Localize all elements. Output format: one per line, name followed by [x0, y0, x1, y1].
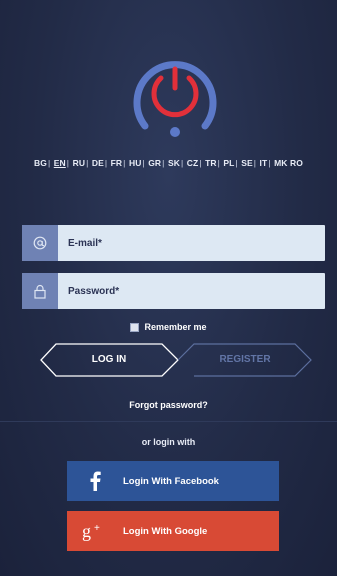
password-input[interactable] — [58, 273, 325, 309]
lang-bg[interactable]: BG — [34, 158, 47, 168]
lang-se[interactable]: SE — [241, 158, 253, 168]
tab-register[interactable]: REGISTER — [178, 343, 312, 377]
facebook-login-button[interactable]: Login With Facebook — [67, 461, 279, 501]
lang-gr[interactable]: GR — [148, 158, 161, 168]
lang-mk[interactable]: MK — [274, 158, 287, 168]
remember-label: Remember me — [144, 322, 207, 332]
divider — [0, 421, 337, 422]
svg-text:+: + — [94, 523, 100, 534]
lang-tr[interactable]: TR — [205, 158, 217, 168]
email-field — [22, 225, 325, 261]
lang-fr[interactable]: FR — [111, 158, 123, 168]
lock-icon — [22, 273, 58, 309]
facebook-icon — [67, 471, 123, 491]
google-plus-icon: g + — [67, 521, 123, 541]
lang-it[interactable]: IT — [260, 158, 268, 168]
at-sign-icon — [22, 225, 58, 261]
password-field — [22, 273, 325, 309]
language-selector: BG| EN| RU| DE| FR| HU| GR| SK| CZ| TR| … — [34, 158, 303, 168]
lang-sk[interactable]: SK — [168, 158, 180, 168]
remember-checkbox[interactable] — [130, 322, 140, 332]
email-input[interactable] — [58, 225, 325, 261]
facebook-login-label: Login With Facebook — [123, 475, 219, 487]
tab-login[interactable]: LOG IN — [40, 343, 178, 377]
login-screen: BG| EN| RU| DE| FR| HU| GR| SK| CZ| TR| … — [0, 0, 337, 576]
lang-ro[interactable]: RO — [290, 158, 303, 168]
lang-ru[interactable]: RU — [73, 158, 85, 168]
remember-me[interactable]: Remember me — [0, 322, 337, 332]
google-login-label: Login With Google — [123, 525, 208, 537]
forgot-password-link[interactable]: Forgot password? — [0, 400, 337, 410]
power-button-icon — [133, 61, 217, 137]
auth-tabs: LOG IN REGISTER — [40, 343, 312, 377]
lang-pl[interactable]: PL — [223, 158, 234, 168]
lang-cz[interactable]: CZ — [187, 158, 199, 168]
or-login-with-label: or login with — [141, 437, 196, 447]
lang-en[interactable]: EN — [54, 158, 66, 168]
lang-hu[interactable]: HU — [129, 158, 141, 168]
google-login-button[interactable]: g + Login With Google — [67, 511, 279, 551]
svg-text:g: g — [82, 521, 91, 541]
lang-de[interactable]: DE — [92, 158, 104, 168]
